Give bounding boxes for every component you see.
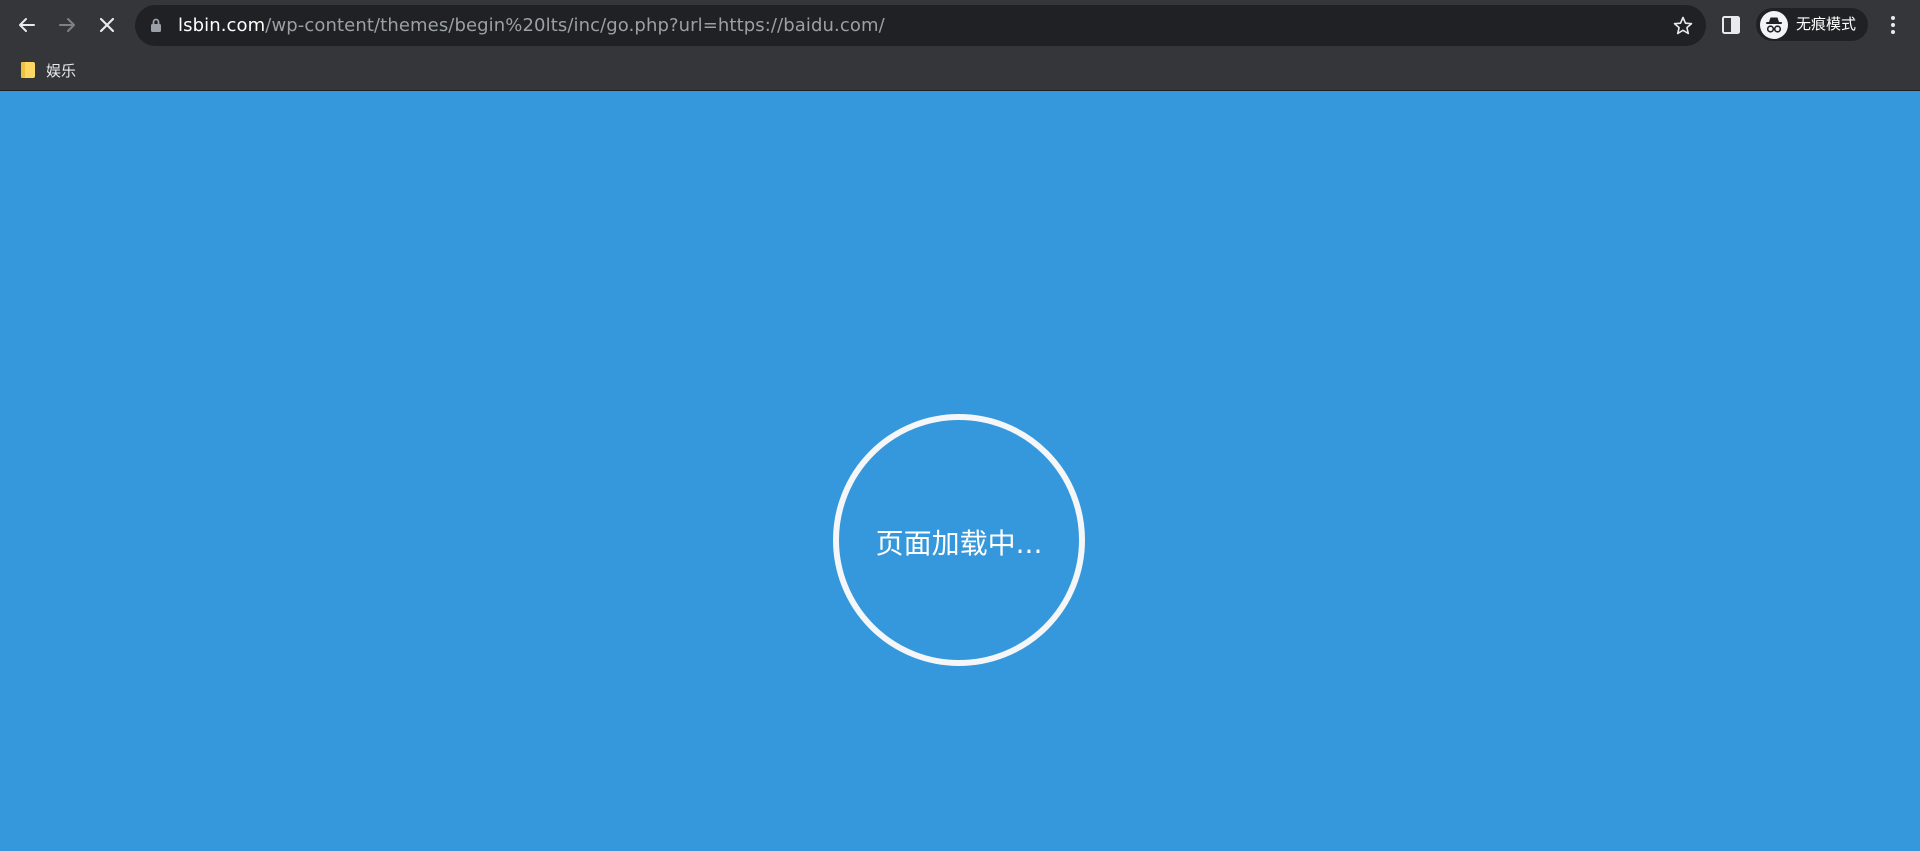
url-host: lsbin.com [178, 15, 266, 36]
address-bar[interactable]: lsbin.com/wp-content/themes/begin%20lts/… [135, 5, 1706, 46]
browser-chrome: lsbin.com/wp-content/themes/begin%20lts/… [0, 0, 1920, 91]
side-panel-icon[interactable] [1718, 12, 1744, 38]
back-button[interactable] [10, 8, 44, 42]
url-path: /wp-content/themes/begin%20lts/inc/go.ph… [265, 15, 885, 36]
bookmark-label: 娱乐 [46, 61, 77, 80]
lock-icon[interactable] [149, 17, 163, 33]
arrow-right-icon [59, 18, 75, 32]
more-vert-icon[interactable] [1880, 12, 1906, 38]
stop-loading-button[interactable] [90, 8, 124, 42]
page-content: 页面加载中... [0, 91, 1920, 851]
folder-icon [21, 62, 35, 78]
loading-text: 页面加载中... [875, 527, 1043, 560]
forward-button[interactable] [50, 8, 84, 42]
incognito-label: 无痕模式 [1796, 15, 1857, 33]
url-text[interactable]: lsbin.com/wp-content/themes/begin%20lts/… [178, 5, 885, 46]
star-icon[interactable] [1672, 15, 1694, 37]
loading-spinner: 页面加载中... [833, 414, 1085, 666]
arrow-left-icon [19, 18, 35, 32]
close-icon [99, 17, 115, 33]
browser-toolbar: lsbin.com/wp-content/themes/begin%20lts/… [0, 0, 1920, 50]
incognito-icon [1760, 11, 1788, 39]
incognito-profile-button[interactable]: 无痕模式 [1756, 8, 1868, 41]
bookmarks-bar: 娱乐 [0, 52, 1920, 86]
bookmark-folder-entertainment[interactable]: 娱乐 [12, 56, 84, 84]
